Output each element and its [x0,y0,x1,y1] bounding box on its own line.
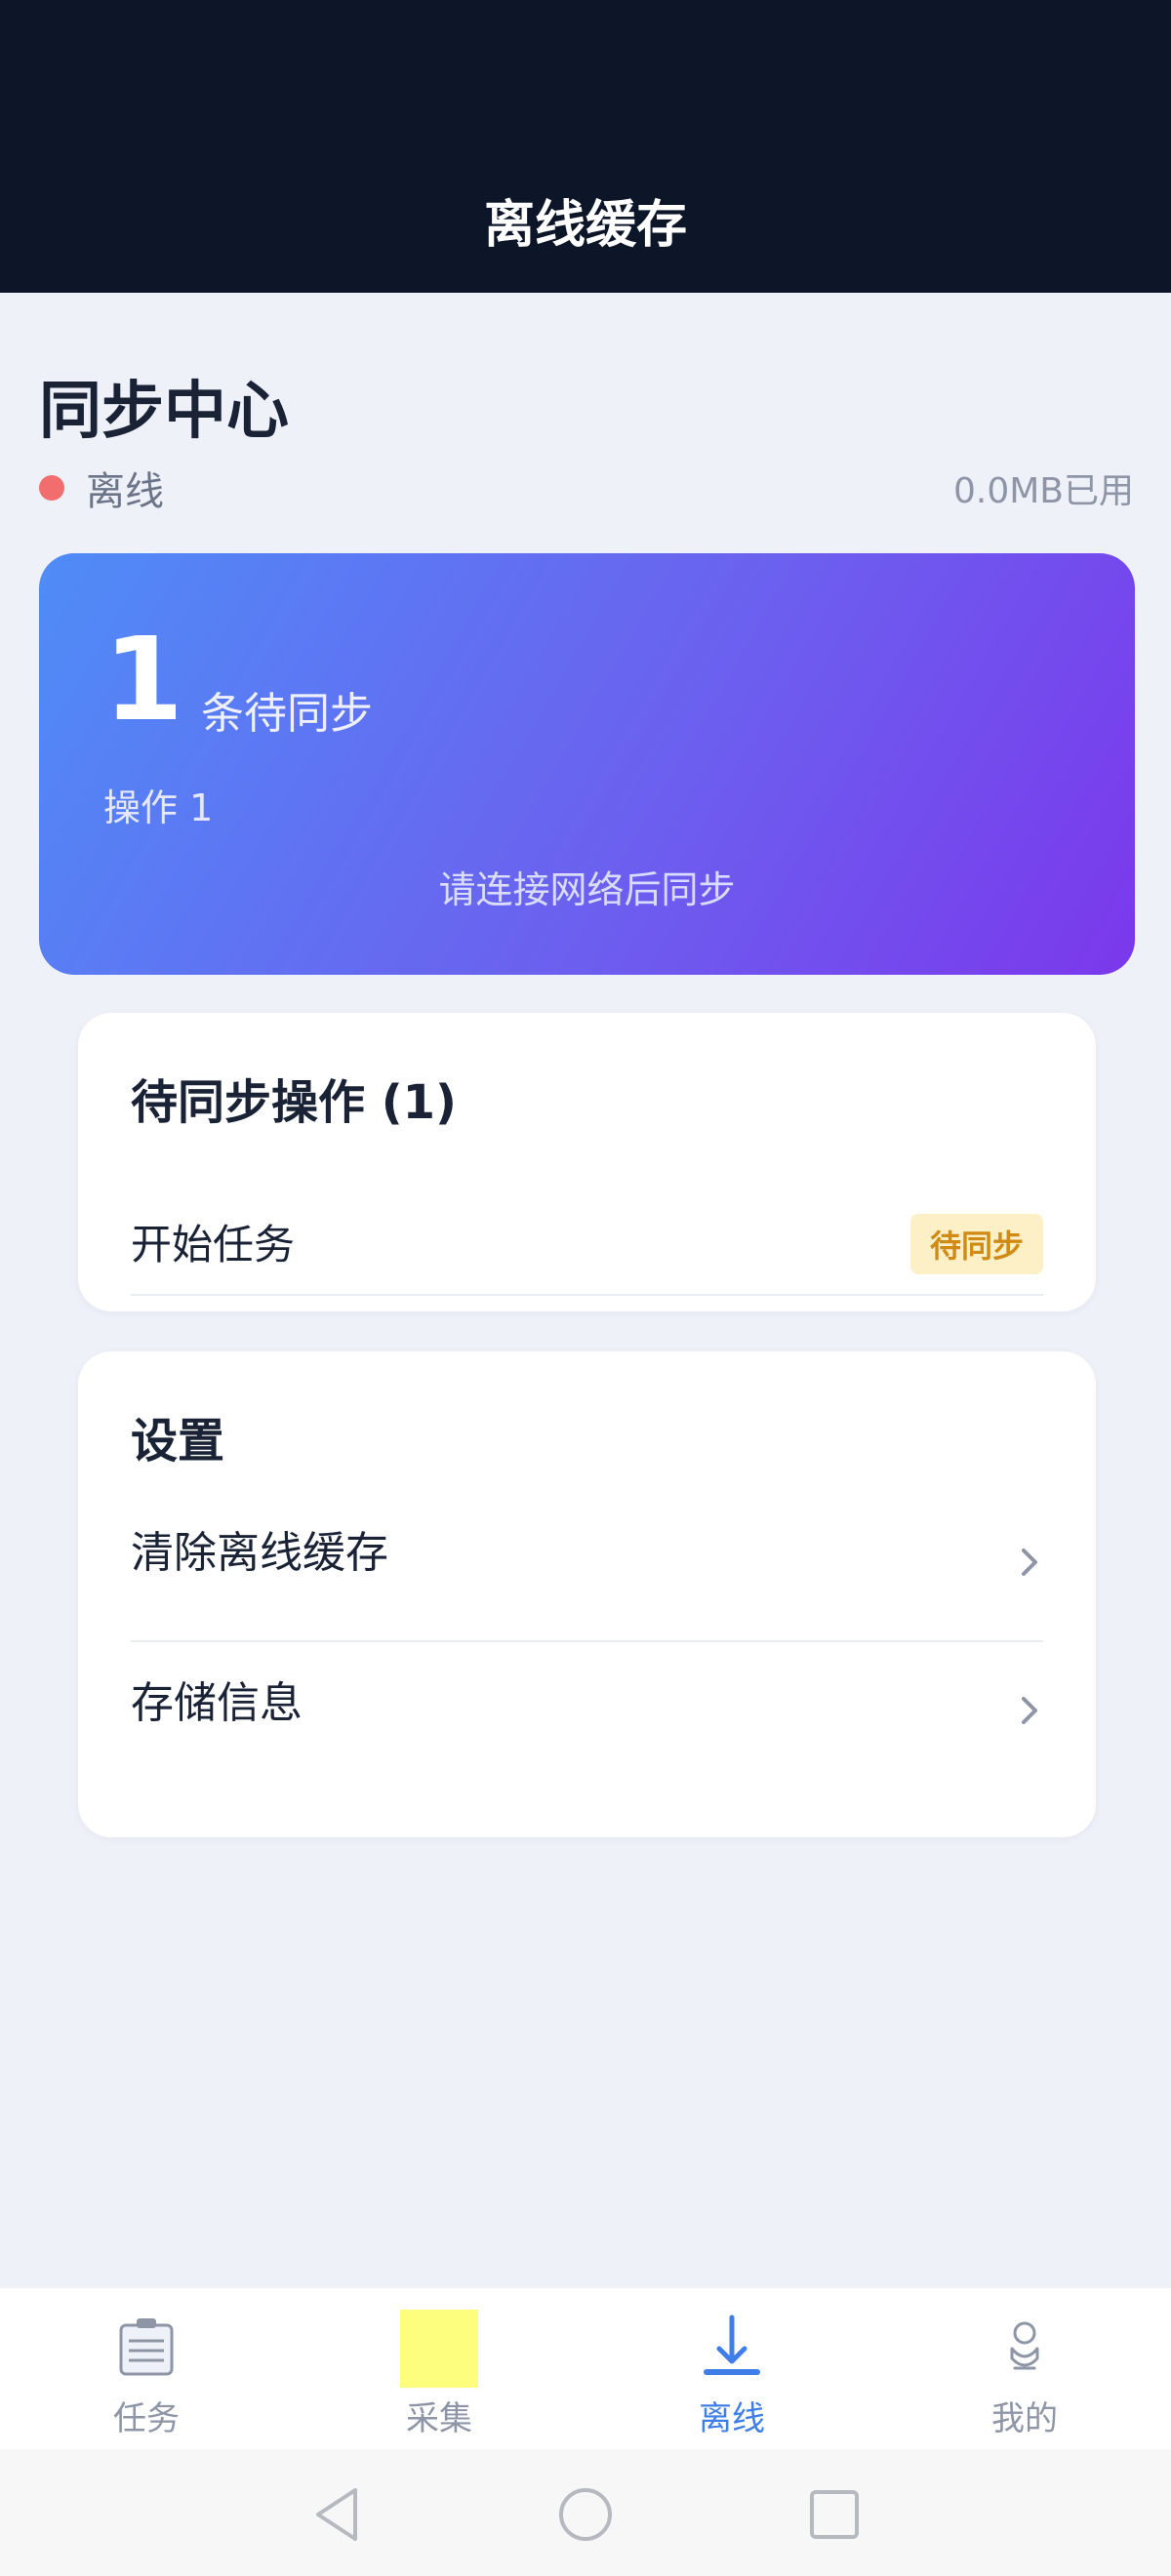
profile-icon [1010,2321,1039,2370]
download-icon [704,2314,760,2375]
status-badge: 待同步 [909,1214,1043,1274]
pending-item-label: 开始任务 [131,1221,296,1268]
home-icon[interactable] [551,2480,620,2549]
page-title: 同步中心 [39,376,289,448]
app-header: 离线缓存 [0,0,1171,293]
connection-status: 离线 [39,460,164,516]
storage-info-label: 存储信息 [131,1678,303,1728]
pending-count-label: 条待同步 [201,689,373,739]
storage-info-row[interactable]: 存储信息 [131,1642,1043,1791]
list-item[interactable]: 开始任务 待同步 [131,1165,1043,1296]
nav-item-offline[interactable]: 离线 [586,2288,878,2449]
pending-count: 1 [103,612,184,746]
status-text: 离线 [86,469,164,514]
nav-label-offline: 离线 [699,2399,765,2438]
collect-icon [400,2310,478,2388]
chevron-right-icon [1022,1549,1037,1576]
storage-used: 0.0MB已用 [952,471,1134,511]
nav-item-tasks[interactable]: 任务 [0,2288,293,2449]
recents-icon[interactable] [800,2480,868,2549]
settings-title: 设置 [131,1414,225,1469]
bottom-nav: 任务 采集 离线 我的 [0,2288,1171,2449]
offline-dot-icon [39,475,64,501]
pending-operations-card: 待同步操作 (1) 开始任务 待同步 [78,1013,1096,1311]
clipboard-icon [119,2318,174,2376]
sync-summary-card: 1 条待同步 操作 1 请连接网络后同步 [39,553,1135,975]
connect-hint: 请连接网络后同步 [438,868,736,911]
clear-cache-row[interactable]: 清除离线缓存 [131,1494,1043,1642]
pending-operations-summary: 操作 1 [103,786,214,829]
settings-card: 设置 清除离线缓存 存储信息 [78,1351,1096,1837]
header-title: 离线缓存 [483,196,687,255]
nav-label-tasks: 任务 [113,2399,180,2438]
nav-label-collect: 采集 [406,2399,472,2438]
nav-item-profile[interactable]: 我的 [878,2288,1171,2449]
nav-label-profile: 我的 [991,2399,1058,2438]
clear-cache-label: 清除离线缓存 [131,1528,388,1578]
back-icon[interactable] [303,2480,371,2549]
status-row: 离线 0.0MB已用 [39,461,1134,515]
chevron-right-icon [1022,1697,1037,1724]
nav-item-collect[interactable]: 采集 [293,2288,586,2449]
system-navigation-bar [0,2449,1171,2576]
pending-operations-title: 待同步操作 (1) [131,1075,457,1130]
